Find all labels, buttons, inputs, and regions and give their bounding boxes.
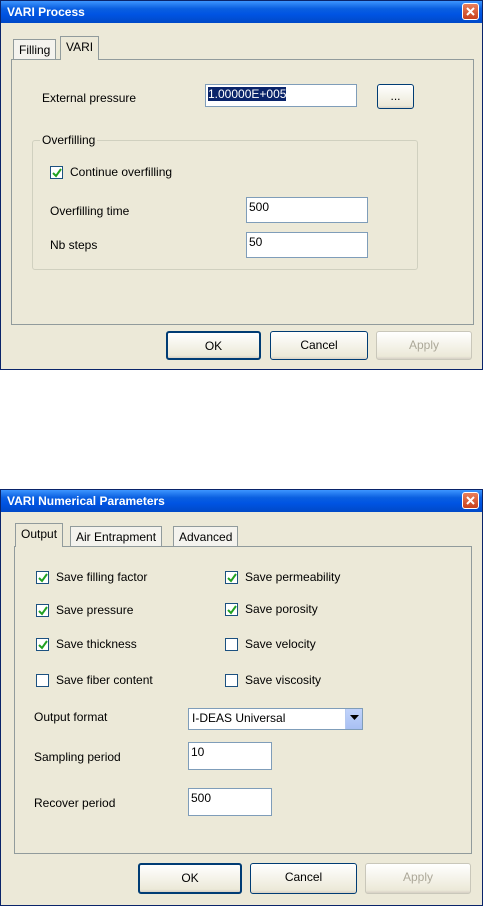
tab-air-entrapment-label: Air Entrapment — [76, 530, 157, 544]
save-viscosity-checkbox[interactable] — [225, 674, 238, 687]
output-format-value: I-DEAS Universal — [192, 711, 286, 725]
save-fiber-content-label: Save fiber content — [56, 673, 153, 687]
sampling-period-value: 10 — [191, 745, 205, 759]
recover-period-input[interactable]: 500 — [188, 788, 272, 816]
sampling-period-label: Sampling period — [34, 750, 121, 764]
overfilling-group-label: Overfilling — [40, 133, 98, 147]
tab-output[interactable]: Output — [15, 523, 64, 547]
dropdown-arrow-button[interactable] — [345, 709, 362, 729]
save-thickness-checkbox[interactable] — [36, 638, 49, 651]
cancel-button[interactable]: Cancel — [250, 863, 357, 894]
title-bar: VARI Process — [1, 1, 482, 23]
browse-button-label: ... — [390, 89, 401, 103]
ok-button-label: OK — [204, 339, 223, 353]
checkmark-icon — [38, 640, 48, 650]
apply-button-label: Apply — [408, 338, 440, 352]
chevron-down-icon — [350, 715, 359, 720]
tab-vari-label: VARI — [66, 40, 94, 54]
apply-button-label: Apply — [402, 870, 434, 884]
overfilling-time-value: 500 — [249, 200, 270, 214]
save-velocity-checkbox[interactable] — [225, 638, 238, 651]
title-bar: VARI Numerical Parameters — [1, 490, 482, 512]
recover-period-value: 500 — [191, 791, 212, 805]
cancel-button[interactable]: Cancel — [270, 331, 368, 360]
save-thickness-label: Save thickness — [56, 637, 137, 651]
close-icon — [466, 7, 475, 16]
tab-vari[interactable]: VARI — [60, 36, 100, 60]
browse-button[interactable]: ... — [377, 84, 414, 109]
ok-button[interactable]: OK — [138, 863, 242, 894]
checkmark-icon — [227, 573, 237, 583]
tab-air-entrapment[interactable]: Air Entrapment — [70, 526, 163, 547]
ok-button[interactable]: OK — [166, 331, 261, 360]
tab-output-label: Output — [21, 527, 58, 541]
continue-overfilling-checkbox[interactable] — [50, 166, 63, 179]
tab-advanced-label: Advanced — [179, 530, 233, 544]
overfilling-time-label: Overfilling time — [50, 204, 130, 218]
close-button[interactable] — [462, 3, 479, 20]
ok-button-label: OK — [181, 871, 199, 885]
continue-overfilling-label: Continue overfilling — [70, 165, 173, 179]
close-button[interactable] — [462, 492, 479, 509]
save-pressure-label: Save pressure — [56, 603, 134, 617]
cancel-button-label: Cancel — [300, 338, 338, 352]
save-pressure-checkbox[interactable] — [36, 604, 49, 617]
cancel-button-label: Cancel — [284, 870, 323, 884]
vari-numerical-parameters-dialog: VARI Numerical Parameters Output Air Ent… — [0, 489, 483, 906]
vari-process-dialog: VARI Process Filling VARI External press… — [0, 0, 483, 370]
save-porosity-label: Save porosity — [245, 602, 318, 616]
output-format-label: Output format — [34, 710, 108, 724]
tab-advanced[interactable]: Advanced — [173, 526, 239, 547]
tab-filling[interactable]: Filling — [13, 39, 57, 60]
nb-steps-value: 50 — [249, 235, 263, 249]
nb-steps-input[interactable]: 50 — [246, 232, 368, 258]
output-format-dropdown[interactable]: I-DEAS Universal — [188, 708, 363, 730]
checkmark-icon — [38, 606, 48, 616]
apply-button[interactable]: Apply — [376, 331, 472, 360]
save-permeability-checkbox[interactable] — [225, 571, 238, 584]
dialog-title: VARI Process — [7, 5, 85, 19]
external-pressure-label: External pressure — [42, 91, 137, 105]
save-filling-factor-checkbox[interactable] — [36, 571, 49, 584]
sampling-period-input[interactable]: 10 — [188, 742, 272, 770]
checkmark-icon — [52, 168, 62, 178]
tab-panel: Save filling factor Save permeability Sa… — [14, 546, 472, 854]
dialog-title: VARI Numerical Parameters — [7, 494, 165, 508]
apply-button[interactable]: Apply — [365, 863, 471, 894]
save-porosity-checkbox[interactable] — [225, 603, 238, 616]
external-pressure-input[interactable]: 1.00000E+005 — [205, 84, 357, 107]
close-icon — [466, 496, 475, 505]
nb-steps-label: Nb steps — [50, 238, 98, 252]
save-filling-factor-label: Save filling factor — [56, 570, 148, 584]
checkmark-icon — [38, 573, 48, 583]
recover-period-label: Recover period — [34, 796, 116, 810]
checkmark-icon — [227, 605, 237, 615]
external-pressure-value: 1.00000E+005 — [208, 87, 287, 101]
save-permeability-label: Save permeability — [245, 570, 341, 584]
overfilling-time-input[interactable]: 500 — [246, 197, 368, 223]
tab-filling-label: Filling — [19, 43, 51, 57]
save-fiber-content-checkbox[interactable] — [36, 674, 49, 687]
save-viscosity-label: Save viscosity — [245, 673, 322, 687]
save-velocity-label: Save velocity — [245, 637, 316, 651]
tab-panel: External pressure 1.00000E+005 ... Overf… — [11, 59, 474, 325]
